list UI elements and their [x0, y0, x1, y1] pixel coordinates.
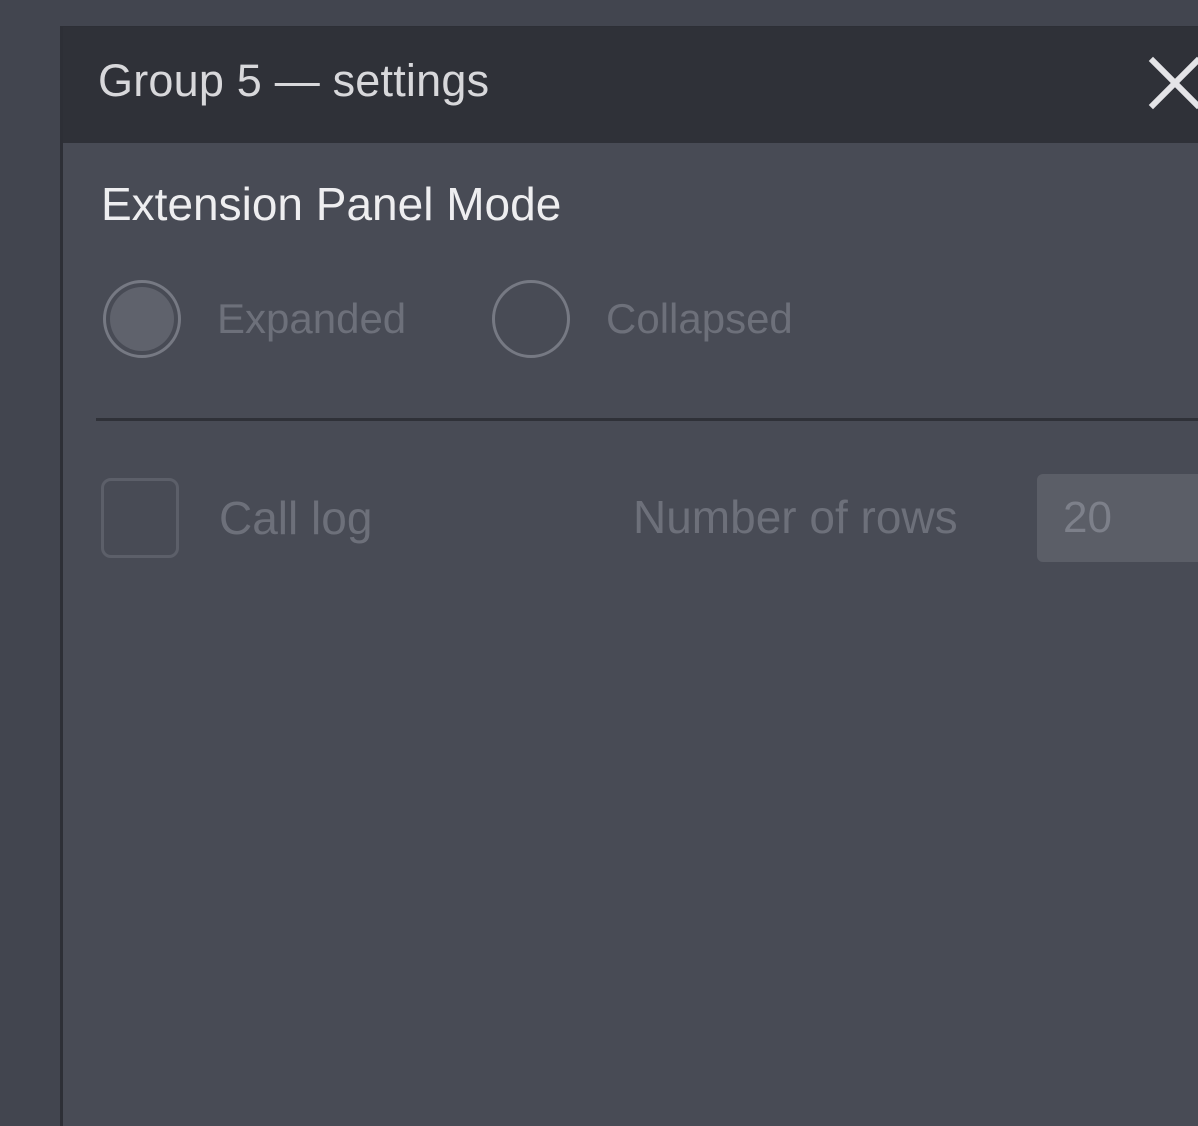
call-log-checkbox-box[interactable] — [101, 478, 179, 558]
settings-dialog: Group 5 — settings Extension Panel Mode … — [60, 26, 1198, 1126]
dialog-titlebar: Group 5 — settings — [63, 27, 1198, 143]
dialog-title: Group 5 — settings — [98, 55, 490, 106]
number-of-rows-input[interactable] — [1037, 474, 1198, 562]
close-icon — [1148, 56, 1198, 110]
radio-collapsed-label: Collapsed — [606, 295, 793, 342]
number-of-rows-label: Number of rows — [633, 491, 958, 543]
section-divider — [96, 418, 1198, 421]
call-log-label: Call log — [219, 492, 373, 544]
radio-collapsed[interactable]: Collapsed — [492, 277, 793, 361]
radio-expanded[interactable]: Expanded — [103, 277, 406, 361]
radio-expanded-indicator[interactable] — [103, 280, 181, 358]
radio-expanded-label: Expanded — [217, 295, 407, 342]
radio-collapsed-indicator[interactable] — [492, 280, 570, 358]
extension-panel-mode-heading: Extension Panel Mode — [101, 178, 562, 230]
close-button[interactable] — [1145, 53, 1198, 113]
call-log-checkbox[interactable]: Call log — [101, 476, 372, 560]
radio-selected-dot — [110, 287, 174, 351]
